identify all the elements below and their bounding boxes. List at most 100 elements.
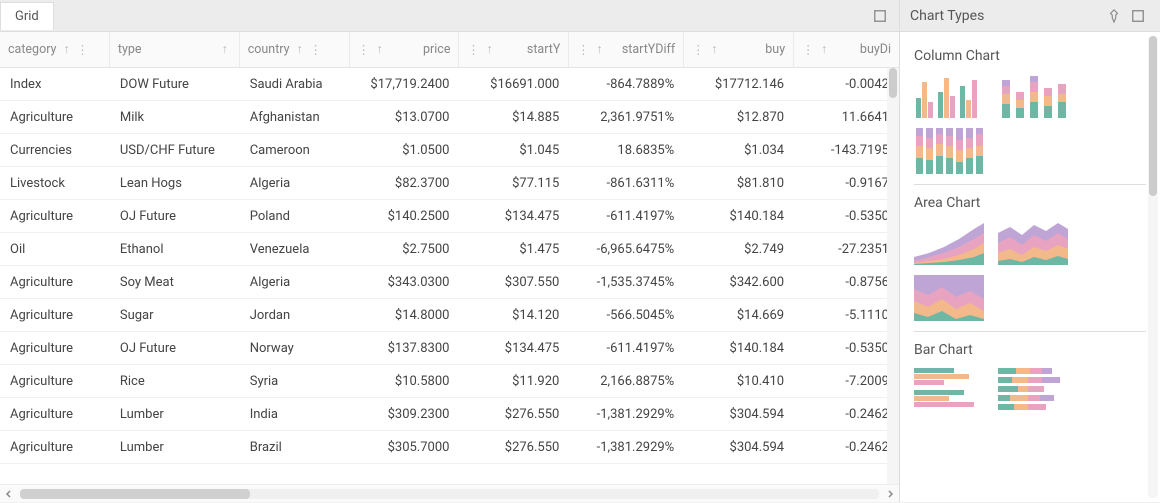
- cell-type: Milk: [110, 110, 240, 125]
- cell-startY: $16691.000: [459, 77, 569, 92]
- cell-startYDiff: -611.4197%: [569, 209, 684, 224]
- maximize-icon: [1131, 9, 1145, 23]
- cell-buy: $304.594: [684, 440, 794, 455]
- column-header-startYDiff[interactable]: ⋮ ↑ startYDiff: [569, 32, 684, 67]
- column-header-type[interactable]: type ↑: [110, 32, 240, 67]
- cell-startYDiff: -6,965.6475%: [569, 242, 684, 257]
- cell-country: Algeria: [240, 176, 350, 191]
- column-header-country[interactable]: country ↑ ⋮: [240, 32, 350, 67]
- cell-startY: $134.475: [459, 209, 569, 224]
- cell-category: Currencies: [0, 143, 110, 158]
- bar-chart-stacked-thumb[interactable]: [998, 366, 1068, 412]
- table-row[interactable]: AgricultureLumberBrazil$305.7000$276.550…: [0, 431, 899, 464]
- area-chart-stacked-thumb[interactable]: [998, 219, 1068, 265]
- cell-category: Agriculture: [0, 407, 110, 422]
- maximize-panel-button[interactable]: [1126, 4, 1150, 28]
- table-row[interactable]: LivestockLean HogsAlgeria$82.3700$77.115…: [0, 167, 899, 200]
- column-header-buyDi[interactable]: ⋮ ↑ buyDi: [794, 32, 899, 67]
- grid-column-header-row: category ↑ ⋮ type ↑ country ↑ ⋮ ⋮ ↑ pric…: [0, 32, 899, 68]
- cell-price: $82.3700: [350, 176, 460, 191]
- vertical-scrollbar[interactable]: [887, 68, 899, 484]
- cell-buy: $1.034: [684, 143, 794, 158]
- column-chart-grouped-thumb[interactable]: [914, 72, 984, 118]
- cell-country: Poland: [240, 209, 350, 224]
- section-divider: [914, 331, 1146, 332]
- scroll-right-button[interactable]: [881, 485, 899, 503]
- charts-vertical-scroll-thumb[interactable]: [1149, 36, 1157, 196]
- cell-category: Agriculture: [0, 440, 110, 455]
- cell-buyDi: 11.6641: [794, 110, 899, 125]
- sort-arrow-icon[interactable]: ↑: [818, 42, 830, 57]
- horizontal-scroll-thumb[interactable]: [20, 489, 250, 499]
- table-row[interactable]: AgricultureOJ FutureNorway$137.8300$134.…: [0, 332, 899, 365]
- pin-button[interactable]: [1102, 4, 1126, 28]
- column-label: buyDi: [860, 42, 891, 57]
- column-menu-icon[interactable]: ⋮: [802, 42, 814, 58]
- cell-startY: $11.920: [459, 374, 569, 389]
- table-row[interactable]: IndexDOW FutureSaudi Arabia$17,719.2400$…: [0, 68, 899, 101]
- column-header-buy[interactable]: ⋮ ↑ buy: [684, 32, 794, 67]
- cell-type: Sugar: [110, 308, 240, 323]
- cell-startYDiff: 18.6835%: [569, 143, 684, 158]
- table-row[interactable]: AgricultureOJ FuturePoland$140.2500$134.…: [0, 200, 899, 233]
- sort-arrow-icon[interactable]: ↑: [60, 42, 72, 57]
- column-label: type: [118, 42, 142, 57]
- scroll-left-button[interactable]: [0, 485, 18, 503]
- maximize-button[interactable]: [867, 3, 893, 29]
- cell-buyDi: -143.7195: [794, 143, 899, 158]
- column-menu-icon[interactable]: ⋮: [358, 42, 370, 58]
- sort-arrow-icon[interactable]: ↑: [483, 42, 495, 57]
- section-title-column: Column Chart: [914, 48, 1146, 64]
- cell-category: Agriculture: [0, 275, 110, 290]
- cell-price: $10.5800: [350, 374, 460, 389]
- bar-chart-grouped-thumb[interactable]: [914, 366, 984, 412]
- sort-arrow-icon[interactable]: ↑: [708, 42, 720, 57]
- cell-startYDiff: -1,381.2929%: [569, 440, 684, 455]
- column-menu-icon[interactable]: ⋮: [76, 42, 88, 58]
- cell-price: $17,719.2400: [350, 77, 460, 92]
- sort-arrow-icon[interactable]: ↑: [219, 42, 231, 57]
- horizontal-scroll-track[interactable]: [20, 489, 879, 499]
- table-row[interactable]: AgricultureLumberIndia$309.2300$276.550-…: [0, 398, 899, 431]
- cell-startYDiff: -864.7889%: [569, 77, 684, 92]
- table-row[interactable]: AgricultureRiceSyria$10.5800$11.9202,166…: [0, 365, 899, 398]
- column-header-category[interactable]: category ↑ ⋮: [0, 32, 110, 67]
- column-menu-icon[interactable]: ⋮: [467, 42, 479, 58]
- column-chart-stacked-thumb[interactable]: [998, 72, 1068, 118]
- area-chart-100stacked-thumb[interactable]: [914, 275, 984, 321]
- sort-arrow-icon[interactable]: ↑: [294, 42, 306, 57]
- table-row[interactable]: AgricultureSugarJordan$14.8000$14.120-56…: [0, 299, 899, 332]
- table-row[interactable]: AgricultureMilkAfghanistan$13.0700$14.88…: [0, 101, 899, 134]
- cell-startY: $14.885: [459, 110, 569, 125]
- sort-arrow-icon[interactable]: ↑: [374, 42, 386, 57]
- cell-type: Ethanol: [110, 242, 240, 257]
- cell-buyDi: -0.8756: [794, 275, 899, 290]
- grid-tab[interactable]: Grid: [0, 2, 54, 30]
- table-row[interactable]: CurrenciesUSD/CHF FutureCameroon$1.0500$…: [0, 134, 899, 167]
- vertical-scroll-thumb[interactable]: [889, 68, 897, 98]
- maximize-icon: [873, 9, 887, 23]
- cell-type: Rice: [110, 374, 240, 389]
- pin-icon: [1107, 9, 1121, 23]
- table-row[interactable]: OilEthanolVenezuela$2.7500$1.475-6,965.6…: [0, 233, 899, 266]
- cell-startYDiff: -1,535.3745%: [569, 275, 684, 290]
- column-menu-icon[interactable]: ⋮: [310, 42, 322, 58]
- column-menu-icon[interactable]: ⋮: [692, 42, 704, 58]
- column-header-price[interactable]: ⋮ ↑ price: [350, 32, 460, 67]
- column-menu-icon[interactable]: ⋮: [577, 42, 589, 58]
- sort-arrow-icon[interactable]: ↑: [593, 42, 605, 57]
- column-header-startY[interactable]: ⋮ ↑ startY: [459, 32, 569, 67]
- table-row[interactable]: AgricultureSoy MeatAlgeria$343.0300$307.…: [0, 266, 899, 299]
- cell-type: USD/CHF Future: [110, 143, 240, 158]
- cell-category: Agriculture: [0, 341, 110, 356]
- cell-category: Agriculture: [0, 110, 110, 125]
- area-chart-thumb[interactable]: [914, 219, 984, 265]
- cell-startY: $14.120: [459, 308, 569, 323]
- chevron-left-icon: [5, 490, 13, 498]
- column-chart-100stacked-thumb[interactable]: [914, 128, 984, 174]
- charts-vertical-scrollbar[interactable]: [1148, 36, 1158, 498]
- cell-category: Agriculture: [0, 209, 110, 224]
- cell-category: Oil: [0, 242, 110, 257]
- cell-startY: $276.550: [459, 440, 569, 455]
- cell-country: Brazil: [240, 440, 350, 455]
